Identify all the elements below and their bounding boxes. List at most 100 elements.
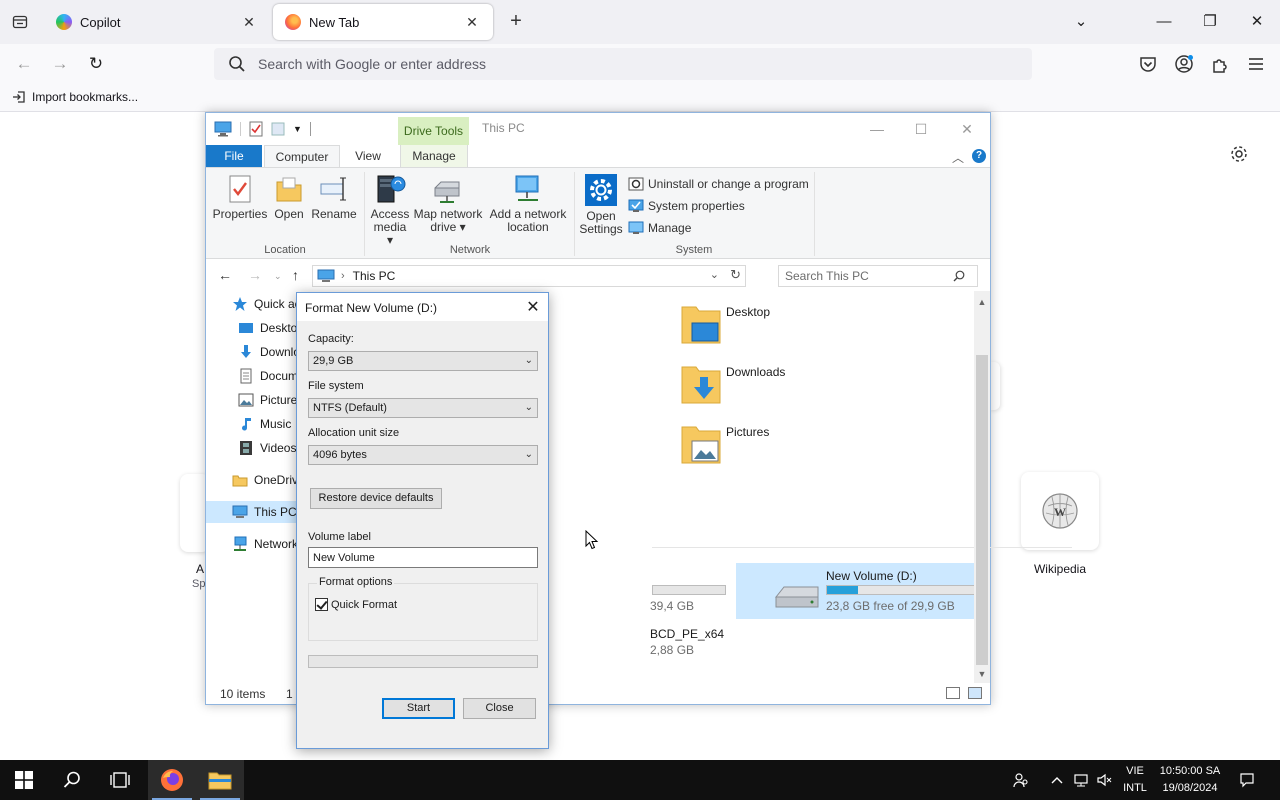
forward-button[interactable]: →	[48, 52, 72, 76]
explorer-back-button[interactable]: ←	[218, 267, 232, 283]
new-tab-button[interactable]: +	[505, 10, 527, 34]
nav-onedrive[interactable]: OneDrive	[206, 469, 306, 491]
tab-manage[interactable]: Manage	[400, 145, 468, 167]
scrollbar-thumb[interactable]	[976, 355, 988, 665]
firefox-view-button[interactable]	[8, 10, 32, 34]
close-tab-icon[interactable]: ✕	[463, 14, 481, 31]
open-button[interactable]: Open	[270, 174, 308, 221]
start-menu-button[interactable]	[0, 760, 48, 800]
content-scrollbar[interactable]: ▲ ▼	[974, 291, 990, 683]
menu-icon[interactable]	[1246, 54, 1266, 74]
notification-center-icon[interactable]	[1239, 772, 1255, 788]
address-dropdown-icon[interactable]: ⌄	[710, 268, 719, 281]
dialog-close-icon[interactable]: ✕	[525, 297, 541, 317]
address-input[interactable]	[258, 56, 958, 72]
taskbar-firefox[interactable]	[148, 760, 196, 800]
tab-new-tab[interactable]: New Tab ✕	[273, 4, 493, 40]
breadcrumb-chevron-icon[interactable]: ›	[341, 270, 345, 282]
tab-computer[interactable]: Computer	[264, 145, 340, 167]
open-settings-button[interactable]: Open Settings	[578, 174, 624, 236]
folder-desktop[interactable]: Desktop	[680, 301, 770, 345]
tab-copilot[interactable]: Copilot ✕	[44, 4, 270, 40]
drive-new-volume-d[interactable]: New Volume (D:) 23,8 GB free of 29,9 GB	[736, 563, 986, 619]
tab-view[interactable]: View	[346, 145, 390, 167]
manage-computer-button[interactable]: Manage	[628, 220, 691, 236]
scroll-down-icon[interactable]: ▼	[974, 669, 990, 679]
nav-network[interactable]: Network	[206, 533, 306, 555]
add-network-location-button[interactable]: Add a network location	[486, 174, 570, 234]
rename-button[interactable]: Rename	[310, 174, 358, 221]
input-layout[interactable]: INTL	[1120, 782, 1150, 794]
nav-pictures[interactable]: Picture	[206, 389, 306, 411]
import-bookmarks-link[interactable]: Import bookmarks...	[12, 90, 138, 104]
search-this-pc-input[interactable]	[785, 269, 953, 283]
nav-documents[interactable]: Docum	[206, 365, 306, 387]
refresh-icon[interactable]: ↻	[730, 267, 741, 283]
volume-label-input[interactable]	[308, 547, 538, 568]
scroll-up-icon[interactable]: ▲	[974, 297, 990, 307]
drive-pe-name[interactable]: BCD_PE_x64	[650, 627, 724, 641]
clock-time[interactable]: 10:50:00 SA	[1156, 765, 1224, 777]
network-tray-icon[interactable]	[1073, 772, 1089, 788]
clock-date[interactable]: 19/08/2024	[1156, 782, 1224, 794]
close-tab-icon[interactable]: ✕	[240, 14, 258, 31]
gear-icon[interactable]	[1229, 144, 1249, 164]
minimize-button[interactable]: —	[1152, 10, 1176, 34]
address-bar[interactable]: › This PC ⌄ ↻	[312, 265, 746, 287]
extensions-icon[interactable]	[1210, 54, 1230, 74]
account-icon[interactable]	[1174, 54, 1194, 74]
customize-qat-icon[interactable]: ▼	[293, 124, 302, 134]
up-button[interactable]: ↑	[292, 267, 299, 283]
uninstall-program-button[interactable]: Uninstall or change a program	[628, 176, 809, 192]
reload-button[interactable]: ↻	[84, 52, 108, 76]
restore-defaults-button[interactable]: Restore device defaults	[310, 488, 442, 509]
taskbar-search-button[interactable]	[48, 760, 96, 800]
access-media-button[interactable]: Access media ▾	[370, 174, 410, 247]
large-icons-view-icon[interactable]	[968, 687, 982, 699]
task-view-button[interactable]	[96, 760, 144, 800]
nav-videos[interactable]: Videos	[206, 437, 306, 459]
properties-check-icon[interactable]	[249, 121, 263, 137]
allocation-unit-select[interactable]: 4096 bytes ⌄	[308, 445, 538, 465]
nav-desktop[interactable]: Deskto	[206, 317, 306, 339]
nav-music[interactable]: Music	[206, 413, 306, 435]
url-bar[interactable]	[214, 48, 1032, 80]
wikipedia-tile[interactable]: W	[1021, 472, 1099, 550]
close-button[interactable]: Close	[463, 698, 536, 719]
nav-downloads[interactable]: Downlo	[206, 341, 306, 363]
folder-downloads[interactable]: Downloads	[680, 361, 785, 405]
close-window-button[interactable]: ✕	[1245, 10, 1269, 34]
explorer-minimize-button[interactable]: —	[862, 119, 892, 139]
file-system-select[interactable]: NTFS (Default) ⌄	[308, 398, 538, 418]
folder-pictures[interactable]: Pictures	[680, 421, 769, 465]
help-icon[interactable]: ?	[972, 149, 986, 163]
map-network-drive-button[interactable]: Map network drive ▾	[412, 174, 484, 234]
tab-file[interactable]: File	[206, 145, 262, 167]
explorer-search-box[interactable]	[778, 265, 978, 287]
collapse-ribbon-icon[interactable]: ︿	[952, 149, 964, 166]
explorer-close-button[interactable]: ✕	[952, 119, 982, 139]
properties-button[interactable]: Properties	[212, 174, 268, 221]
recent-locations-icon[interactable]: ⌄	[274, 271, 282, 282]
taskbar-file-explorer[interactable]	[196, 760, 244, 800]
list-all-tabs-icon[interactable]: ⌄	[1069, 10, 1093, 34]
checkbox-checked-icon[interactable]	[315, 598, 328, 611]
shortcut-tile[interactable]	[990, 362, 1000, 410]
details-view-icon[interactable]	[946, 687, 960, 699]
system-properties-button[interactable]: System properties	[628, 198, 745, 214]
breadcrumb-this-pc[interactable]: This PC	[353, 269, 396, 283]
explorer-forward-button[interactable]: →	[248, 267, 262, 283]
capacity-select[interactable]: 29,9 GB ⌄	[308, 351, 538, 371]
chevron-up-icon[interactable]	[1049, 772, 1065, 788]
back-button[interactable]: ←	[12, 52, 36, 76]
start-button[interactable]: Start	[382, 698, 455, 719]
pocket-icon[interactable]	[1138, 54, 1158, 74]
input-language[interactable]: VIE	[1120, 765, 1150, 777]
people-icon[interactable]	[1013, 772, 1029, 788]
nav-quick-access[interactable]: Quick ac	[206, 293, 306, 315]
nav-this-pc[interactable]: This PC	[206, 501, 306, 523]
restore-button[interactable]: ❐	[1198, 10, 1222, 34]
new-folder-icon[interactable]	[271, 121, 285, 137]
volume-muted-icon[interactable]	[1096, 772, 1112, 788]
explorer-maximize-button[interactable]: ☐	[906, 119, 936, 139]
